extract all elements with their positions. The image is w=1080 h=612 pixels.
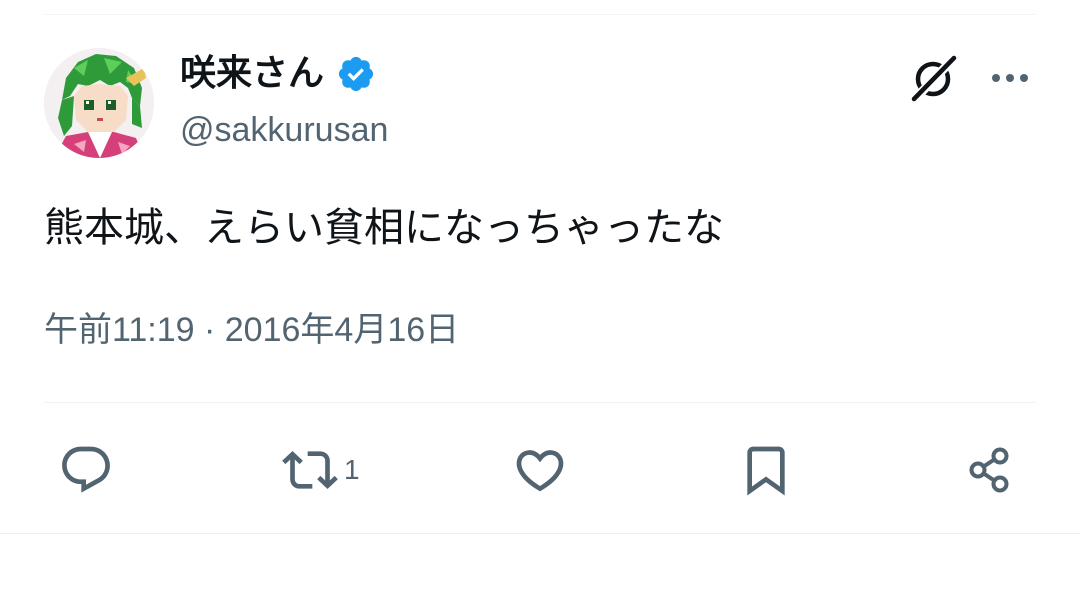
like-button[interactable] <box>512 442 568 498</box>
tweet-timestamp[interactable]: 午前11:19 · 2016年4月16日 <box>44 306 459 354</box>
verified-badge-icon <box>338 56 374 92</box>
share-icon <box>969 447 1009 493</box>
display-name-text: 咲来さん <box>180 53 325 94</box>
share-button[interactable] <box>962 442 1018 498</box>
more-icon[interactable] <box>988 60 1032 96</box>
author-handle[interactable]: @sakkurusan <box>180 108 388 152</box>
avatar[interactable] <box>44 48 154 158</box>
retweet-icon <box>282 451 338 489</box>
bookmark-button[interactable] <box>738 442 794 498</box>
grok-icon[interactable] <box>908 52 960 104</box>
avatar-image <box>44 48 154 158</box>
tweet-text: 熊本城、えらい貧相になっちゃったな <box>44 205 724 251</box>
reply-button[interactable] <box>58 442 114 498</box>
retweet-button[interactable]: 1 <box>282 442 360 498</box>
bottom-divider <box>0 533 1080 534</box>
author-display-name[interactable]: 咲来さん <box>180 52 376 96</box>
heart-icon <box>516 450 564 492</box>
divider <box>44 402 1036 403</box>
retweet-count: 1 <box>344 454 360 485</box>
action-bar: 1 <box>0 430 1080 510</box>
top-divider <box>44 14 1036 15</box>
bookmark-icon <box>747 446 785 496</box>
reply-icon <box>62 446 110 493</box>
